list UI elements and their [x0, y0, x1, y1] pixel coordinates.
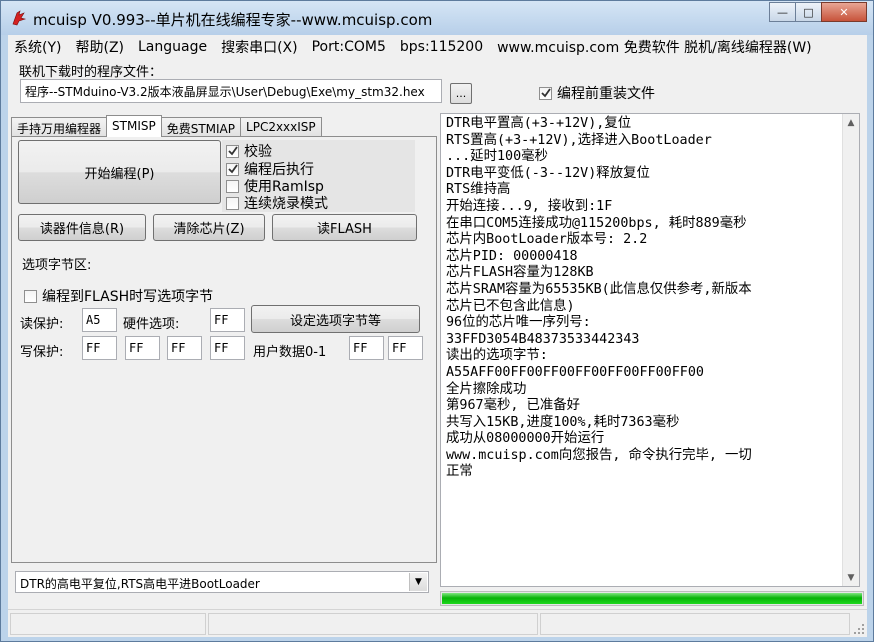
read-device-info-button[interactable]: 读器件信息(R)	[18, 214, 146, 241]
hardware-option-input[interactable]: FF	[210, 308, 245, 332]
user-data-input-1[interactable]: FF	[388, 336, 423, 360]
log-line: 共写入15KB,进度100%,耗时7363毫秒	[446, 414, 680, 430]
client-area: 系统(Y) 帮助(Z) Language 搜索串口(X) Port:COM5 b…	[8, 35, 867, 637]
menu-system[interactable]: 系统(Y)	[14, 37, 61, 57]
log-line: www.mcuisp.com向您报告, 命令执行完毕, 一切	[446, 447, 752, 463]
scroll-down-icon[interactable]: ▼	[843, 569, 859, 586]
write-protect-input-2[interactable]: FF	[167, 336, 202, 360]
log-line: DTR电平置高(+3-+12V),复位	[446, 116, 632, 131]
log-line: RTS置高(+3-+12V),选择进入BootLoader	[446, 132, 712, 148]
continuous-burn-checkbox[interactable]: 连续烧录模式	[226, 193, 328, 213]
log-line: 读出的选项字节:	[446, 348, 548, 364]
window-controls: — □ ✕	[769, 2, 867, 22]
tab-handheld-programmer[interactable]: 手持万用编程器	[11, 117, 108, 137]
program-file-label: 联机下载时的程序文件：	[19, 65, 163, 80]
program-options: 校验 编程后执行 使用RamIsp 连续烧录模式	[222, 140, 415, 212]
progress-bar	[440, 591, 864, 606]
scroll-up-icon[interactable]: ▲	[843, 114, 859, 131]
log-line: 全片擦除成功	[446, 381, 527, 397]
log-line: 第967毫秒, 已准备好	[446, 398, 581, 414]
reset-mode-selected-value: DTR的高电平复位,RTS高电平进BootLoader	[20, 577, 260, 591]
reset-mode-select[interactable]: DTR的高电平复位,RTS高电平进BootLoader ▼	[15, 571, 429, 593]
log-output[interactable]: DTR电平置高(+3-+12V),复位 RTS置高(+3-+12V),选择进入Bo…	[440, 113, 860, 587]
status-pane-2	[208, 613, 538, 635]
checkbox-checked-icon	[226, 162, 239, 176]
log-line: 开始连接...9, 接收到:1F	[446, 198, 613, 214]
close-button[interactable]: ✕	[821, 2, 867, 22]
stmisp-panel: 开始编程(P) 校验 编程后执行 使用RamIsp 连续烧录模式 读器件信息(R…	[11, 136, 437, 563]
menu-search-port[interactable]: 搜索串口(X)	[221, 37, 298, 57]
checkbox-unchecked-icon	[226, 196, 239, 210]
window-title: mcuisp V0.993--单片机在线编程专家--www.mcuisp.com	[33, 11, 433, 29]
status-bar	[8, 609, 867, 637]
log-line: 芯片内BootLoader版本号: 2.2	[446, 232, 648, 248]
status-pane-1	[10, 613, 206, 635]
start-programming-button[interactable]: 开始编程(P)	[18, 140, 221, 204]
maximize-icon: □	[803, 5, 814, 19]
reload-before-program-checkbox[interactable]: 编程前重装文件	[539, 83, 655, 103]
verify-checkbox[interactable]: 校验	[226, 141, 272, 161]
browse-file-button[interactable]: ...	[450, 83, 472, 104]
read-protect-label: 读保护:	[20, 317, 64, 332]
write-protect-label: 写保护:	[20, 345, 64, 360]
log-line: 96位的芯片唯一序列号:	[446, 315, 591, 331]
reload-before-program-label: 编程前重装文件	[557, 86, 655, 102]
set-option-bytes-button[interactable]: 设定选项字节等	[251, 305, 420, 333]
log-line: 芯片SRAM容量为65535KB(此信息仅供参考,新版本	[446, 281, 752, 297]
log-line: 芯片PID: 00000418	[446, 248, 578, 264]
minimize-icon: —	[777, 5, 788, 19]
minimize-button[interactable]: —	[769, 2, 796, 22]
tab-free-stmiap[interactable]: 免费STMIAP	[160, 117, 242, 137]
log-line: A55AFF00FF00FF00FF00FF00FF00FF00	[446, 364, 704, 380]
dropdown-arrow-icon[interactable]: ▼	[409, 573, 427, 591]
write-options-to-flash-label: 编程到FLASH时写选项字节	[42, 289, 214, 305]
log-line: 芯片FLASH容量为128KB	[446, 265, 594, 281]
program-file-path-field[interactable]: 程序--STMduino-V3.2版本液晶屏显示\User\Debug\Exe\…	[20, 79, 442, 103]
log-scrollbar[interactable]: ▲ ▼	[842, 114, 859, 586]
log-line: 在串口COM5连接成功@115200bps, 耗时889毫秒	[446, 215, 747, 231]
checkbox-checked-icon	[539, 86, 552, 100]
log-line: DTR电平变低(-3--12V)释放复位	[446, 165, 650, 181]
user-data-input-0[interactable]: FF	[349, 336, 384, 360]
log-line: 33FFD3054B48373533442343	[446, 331, 640, 347]
resize-grip-icon[interactable]	[853, 623, 865, 635]
write-protect-input-0[interactable]: FF	[82, 336, 117, 360]
read-flash-button[interactable]: 读FLASH	[272, 214, 417, 241]
mode-tabs: 手持万用编程器 STMISP 免费STMIAP LPC2xxxISP	[11, 115, 322, 137]
hardware-option-label: 硬件选项:	[123, 317, 180, 332]
checkbox-checked-icon	[226, 144, 239, 158]
user-data-label: 用户数据0-1	[253, 345, 327, 360]
write-protect-input-3[interactable]: FF	[210, 336, 245, 360]
write-options-to-flash-checkbox[interactable]: 编程到FLASH时写选项字节	[24, 286, 213, 306]
option-bytes-group: 编程到FLASH时写选项字节 读保护: A5 硬件选项: FF 设定选项字节等 …	[15, 263, 431, 363]
log-line: 芯片已不包含此信息)	[446, 298, 575, 314]
erase-chip-button[interactable]: 清除芯片(Z)	[153, 214, 265, 241]
continuous-burn-label: 连续烧录模式	[244, 196, 328, 212]
checkbox-unchecked-icon	[24, 289, 37, 303]
menu-website[interactable]: www.mcuisp.com 免费软件 脱机/离线编程器(W)	[497, 37, 812, 57]
checkbox-unchecked-icon	[226, 179, 239, 193]
maximize-button[interactable]: □	[795, 2, 822, 22]
menu-port[interactable]: Port:COM5	[312, 39, 386, 55]
title-bar[interactable]: mcuisp V0.993--单片机在线编程专家--www.mcuisp.com…	[1, 1, 873, 35]
progress-fill	[442, 593, 862, 604]
log-line: RTS维持高	[446, 182, 511, 198]
status-pane-3	[540, 613, 850, 635]
log-line: ...延时100毫秒	[446, 149, 548, 165]
menu-bps[interactable]: bps:115200	[400, 39, 483, 55]
write-protect-input-1[interactable]: FF	[125, 336, 160, 360]
verify-label: 校验	[244, 144, 272, 160]
app-logo-icon	[12, 10, 27, 26]
menu-language[interactable]: Language	[138, 39, 207, 55]
log-lines: DTR电平置高(+3-+12V),复位 RTS置高(+3-+12V),选择进入Bo…	[446, 116, 836, 481]
main-window: mcuisp V0.993--单片机在线编程专家--www.mcuisp.com…	[0, 0, 874, 642]
tab-lpc2xxxisp[interactable]: LPC2xxxISP	[240, 117, 322, 137]
read-protect-input[interactable]: A5	[82, 308, 117, 332]
log-line: 正常	[446, 464, 473, 480]
menu-help[interactable]: 帮助(Z)	[75, 37, 124, 57]
log-line: 成功从08000000开始运行	[446, 431, 605, 447]
close-icon: ✕	[839, 5, 849, 19]
menu-bar: 系统(Y) 帮助(Z) Language 搜索串口(X) Port:COM5 b…	[8, 35, 867, 59]
tab-stmisp[interactable]: STMISP	[106, 115, 162, 137]
